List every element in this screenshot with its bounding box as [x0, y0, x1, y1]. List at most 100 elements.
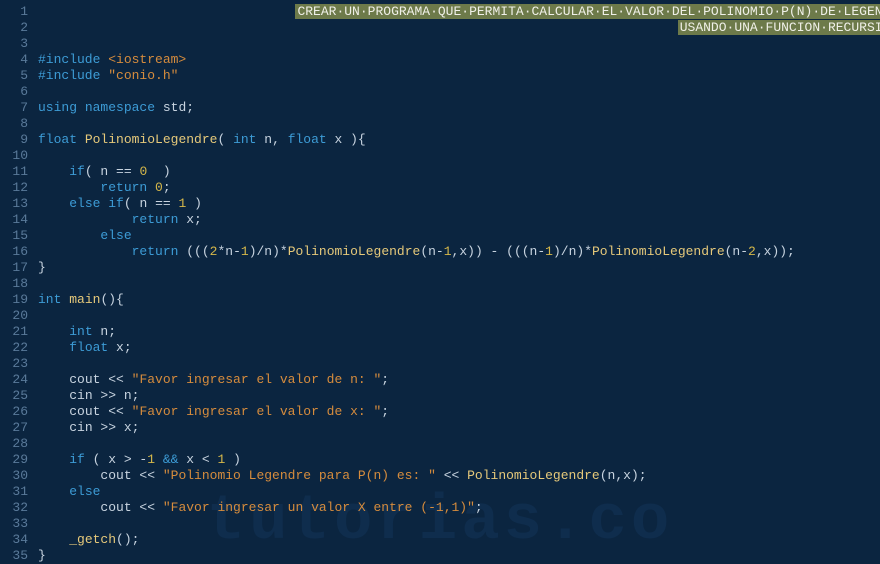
token-ws — [38, 388, 69, 403]
token-tx — [77, 132, 85, 147]
code-line[interactable] — [38, 148, 880, 164]
code-area[interactable]: CREAR·UN·PROGRAMA·QUE·PERMITA·CALCULAR·E… — [38, 4, 880, 556]
code-line[interactable]: cout << "Favor ingresar el valor de n: "… — [38, 372, 880, 388]
token-tx: ( — [217, 132, 233, 147]
code-line[interactable] — [38, 356, 880, 372]
token-ws — [38, 4, 295, 19]
token-fn: PolinomioLegendre — [592, 244, 725, 259]
code-line[interactable]: if( n == 0 ) — [38, 164, 880, 180]
code-line[interactable]: cin >> x; — [38, 420, 880, 436]
token-fn: PolinomioLegendre — [288, 244, 421, 259]
code-line[interactable]: CREAR·UN·PROGRAMA·QUE·PERMITA·CALCULAR·E… — [38, 4, 880, 20]
token-tx: ) — [186, 196, 202, 211]
code-line[interactable] — [38, 516, 880, 532]
token-tx: ( n == — [85, 164, 140, 179]
token-st: "Polinomio Legendre para P(n) es: " — [163, 468, 436, 483]
code-line[interactable]: _getch(); — [38, 532, 880, 548]
line-number: 6 — [0, 84, 28, 100]
code-line[interactable]: return 0; — [38, 180, 880, 196]
token-tx: )/n)* — [553, 244, 592, 259]
code-line[interactable] — [38, 116, 880, 132]
code-line[interactable]: else — [38, 484, 880, 500]
token-nm: 1 — [241, 244, 249, 259]
line-number: 25 — [0, 388, 28, 404]
token-kw: return — [132, 212, 179, 227]
line-number: 34 — [0, 532, 28, 548]
line-number: 13 — [0, 196, 28, 212]
token-ws — [38, 212, 132, 227]
code-line[interactable]: cout << "Polinomio Legendre para P(n) es… — [38, 468, 880, 484]
code-line[interactable]: if ( x > -1 && x < 1 ) — [38, 452, 880, 468]
line-number: 4 — [0, 52, 28, 68]
code-line[interactable]: return (((2*n-1)/n)*PolinomioLegendre(n-… — [38, 244, 880, 260]
token-kw: float — [69, 340, 108, 355]
code-line[interactable] — [38, 436, 880, 452]
token-tx: cout << — [100, 500, 162, 515]
code-line[interactable]: using namespace std; — [38, 100, 880, 116]
token-tx: n; — [93, 324, 116, 339]
code-line[interactable]: return x; — [38, 212, 880, 228]
token-pp: #include — [38, 52, 108, 67]
token-tx: ) — [225, 452, 241, 467]
code-line[interactable]: } — [38, 260, 880, 276]
token-kw: else — [100, 228, 131, 243]
line-number: 26 — [0, 404, 28, 420]
token-fn: PolinomioLegendre — [467, 468, 600, 483]
line-number: 7 — [0, 100, 28, 116]
token-tx: } — [38, 548, 46, 563]
line-number: 1 — [0, 4, 28, 20]
token-kw: namespace — [85, 100, 155, 115]
code-line[interactable]: #include <iostream> — [38, 52, 880, 68]
token-tx: ; — [381, 372, 389, 387]
token-nm: 1 — [444, 244, 452, 259]
token-kw: int — [38, 292, 61, 307]
token-kw: return — [100, 180, 147, 195]
line-number: 11 — [0, 164, 28, 180]
code-line[interactable]: cin >> n; — [38, 388, 880, 404]
token-nm: 1 — [147, 452, 155, 467]
code-line[interactable] — [38, 36, 880, 52]
line-number: 33 — [0, 516, 28, 532]
token-tx — [77, 100, 85, 115]
code-line[interactable]: #include "conio.h" — [38, 68, 880, 84]
code-line[interactable]: int main(){ — [38, 292, 880, 308]
token-kw: else — [69, 484, 100, 499]
token-tx: x < — [178, 452, 217, 467]
token-tx: ; — [163, 180, 171, 195]
code-line[interactable]: else if( n == 1 ) — [38, 196, 880, 212]
code-line[interactable] — [38, 308, 880, 324]
token-tx — [147, 180, 155, 195]
token-tx: cout << — [69, 372, 131, 387]
token-tx: std; — [155, 100, 194, 115]
code-line[interactable]: } — [38, 548, 880, 564]
token-tx: } — [38, 260, 46, 275]
line-number: 35 — [0, 548, 28, 564]
line-number: 18 — [0, 276, 28, 292]
token-hlcmt: USANDO·UNA·FUNCION·RECURSIVA — [678, 20, 880, 35]
token-ws — [38, 420, 69, 435]
code-line[interactable]: USANDO·UNA·FUNCION·RECURSIVA — [38, 20, 880, 36]
token-ws — [38, 468, 100, 483]
code-line[interactable]: float PolinomioLegendre( int n, float x … — [38, 132, 880, 148]
line-number: 2 — [0, 20, 28, 36]
token-tx: ) — [147, 164, 170, 179]
code-line[interactable]: cout << "Favor ingresar un valor X entre… — [38, 500, 880, 516]
token-ws — [38, 452, 69, 467]
token-ws — [38, 20, 678, 35]
code-line[interactable]: int n; — [38, 324, 880, 340]
code-editor[interactable]: 1234567891011121314151617181920212223242… — [0, 0, 880, 560]
line-number: 21 — [0, 324, 28, 340]
code-line[interactable]: else — [38, 228, 880, 244]
line-number: 22 — [0, 340, 28, 356]
token-st: "Favor ingresar el valor de n: " — [132, 372, 382, 387]
code-line[interactable]: cout << "Favor ingresar el valor de x: "… — [38, 404, 880, 420]
code-line[interactable] — [38, 276, 880, 292]
token-tx: cin >> n; — [69, 388, 139, 403]
code-line[interactable]: float x; — [38, 340, 880, 356]
code-line[interactable] — [38, 84, 880, 100]
line-number: 10 — [0, 148, 28, 164]
line-number: 23 — [0, 356, 28, 372]
token-tx: cin >> x; — [69, 420, 139, 435]
line-number: 31 — [0, 484, 28, 500]
token-tx: << — [436, 468, 467, 483]
